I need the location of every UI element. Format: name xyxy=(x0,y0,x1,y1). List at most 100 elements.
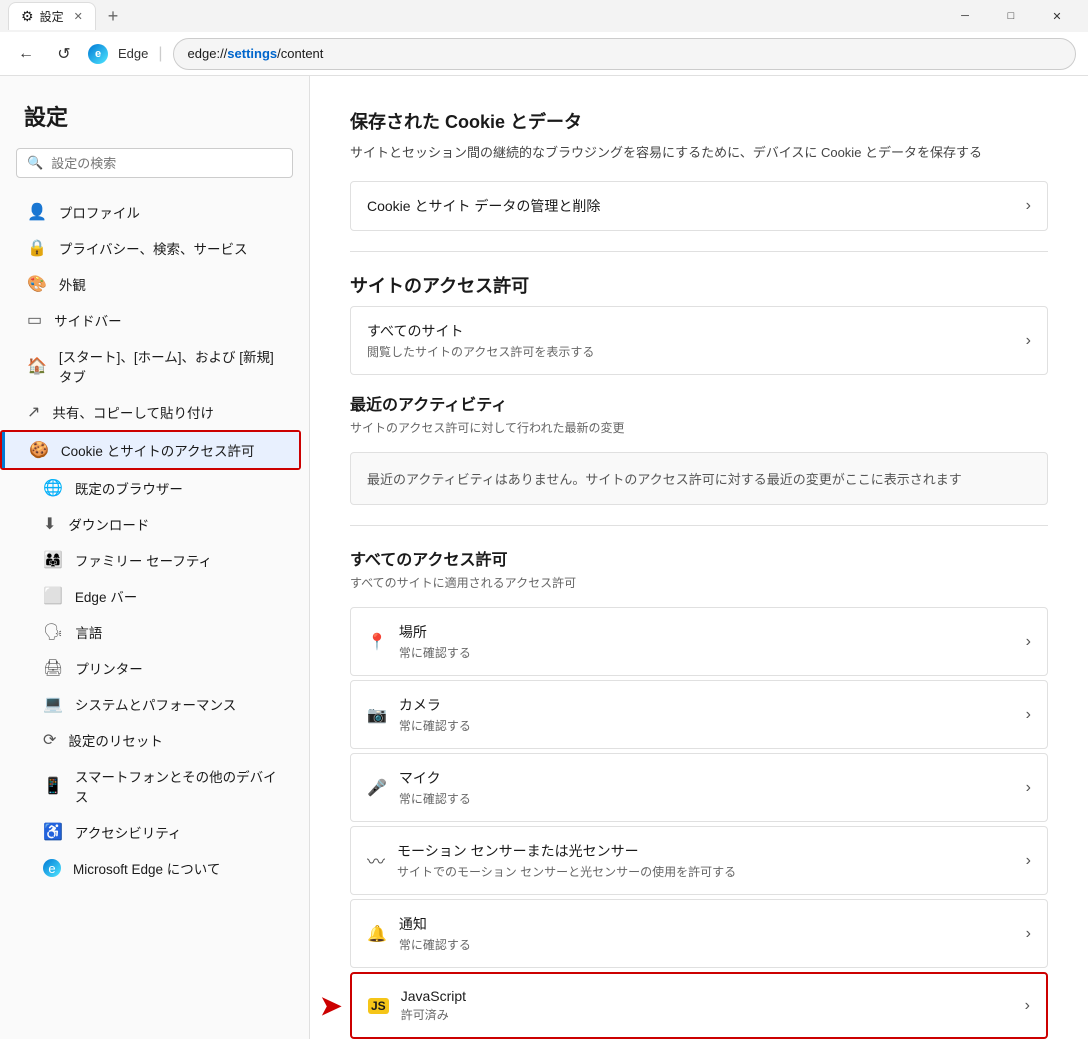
motion-item[interactable]: 〰 モーション センサーまたは光センサー サイトでのモーション センサーと光セン… xyxy=(350,826,1048,895)
section-divider xyxy=(350,251,1048,252)
all-access-title: すべてのアクセス許可 xyxy=(350,546,1048,570)
back-button[interactable]: ← xyxy=(12,40,40,68)
javascript-content: JavaScript 許可済み xyxy=(401,988,1025,1023)
sidebar-item-printer[interactable]: 🖨 プリンター xyxy=(0,650,309,686)
notification-icon: 🔔 xyxy=(367,924,387,944)
cookies-icon: 🍪 xyxy=(29,440,49,460)
location-icon: 📍 xyxy=(367,632,387,652)
chevron-icon: › xyxy=(1026,633,1031,651)
sidebar-item-share[interactable]: ↗ 共有、コピーして貼り付け xyxy=(0,394,309,430)
maximize-button[interactable]: □ xyxy=(988,0,1034,32)
manage-cookies-item[interactable]: Cookie とサイト データの管理と削除 › xyxy=(350,181,1048,231)
privacy-icon: 🔒 xyxy=(27,238,47,258)
sidebar-item-download[interactable]: ⬇ ダウンロード xyxy=(0,506,309,542)
newtab-icon: 🏠 xyxy=(27,356,47,376)
cookies-section-desc: サイトとセッション間の継続的なブラウジングを容易にするために、デバイスに Coo… xyxy=(350,142,1048,161)
settings-tab-icon: ⚙ xyxy=(21,8,34,25)
javascript-item[interactable]: JS JavaScript 許可済み › xyxy=(350,972,1048,1039)
mic-item[interactable]: 🎤 マイク 常に確認する › xyxy=(350,753,1048,822)
notification-content: 通知 常に確認する xyxy=(399,914,1026,953)
addressbar: ← ↺ e Edge | edge://settings/content xyxy=(0,32,1088,76)
tab-close-button[interactable]: ✕ xyxy=(74,10,83,23)
sidebar-item-cookies[interactable]: 🍪 Cookie とサイトのアクセス許可 xyxy=(2,432,299,468)
cookies-section-title: 保存された Cookie とデータ xyxy=(350,108,1048,134)
sidebar-item-sidebar[interactable]: ▭ サイドバー xyxy=(0,302,309,338)
url-bar[interactable]: edge://settings/content xyxy=(173,38,1076,70)
sidebar-item-label: 言語 xyxy=(75,622,102,642)
edgebar-icon: ⬜ xyxy=(43,586,63,606)
search-box[interactable]: 🔍 xyxy=(16,148,293,178)
all-sites-title: すべてのサイト xyxy=(367,321,1026,341)
sidebar-item-accessibility[interactable]: ♿ アクセシビリティ xyxy=(0,814,309,850)
sidebar-item-family[interactable]: 👨‍👩‍👧 ファミリー セーフティ xyxy=(0,542,309,578)
mic-content: マイク 常に確認する xyxy=(399,768,1026,807)
site-access-section: サイトのアクセス許可 すべてのサイト 閲覧したサイトのアクセス許可を表示する ›… xyxy=(350,272,1048,505)
sidebar-item-label: ダウンロード xyxy=(68,514,149,534)
sidebar-item-about[interactable]: e Microsoft Edge について xyxy=(0,850,309,886)
download-icon: ⬇ xyxy=(43,514,56,534)
recent-activity-empty: 最近のアクティビティはありません。サイトのアクセス許可に対する最近の変更がここに… xyxy=(350,452,1048,505)
appearance-icon: 🎨 xyxy=(27,274,47,294)
notification-desc: 常に確認する xyxy=(399,936,1026,953)
chevron-icon: › xyxy=(1026,925,1031,943)
manage-cookies-content: Cookie とサイト データの管理と削除 xyxy=(367,196,1026,216)
window-controls: ─ □ ✕ xyxy=(942,0,1080,32)
sidebar-item-label: Cookie とサイトのアクセス許可 xyxy=(61,440,255,460)
sidebar-item-reset[interactable]: ⟳ 設定のリセット xyxy=(0,722,309,758)
sidebar-item-label: サイドバー xyxy=(54,310,122,330)
location-item[interactable]: 📍 場所 常に確認する › xyxy=(350,607,1048,676)
new-tab-button[interactable]: + xyxy=(100,6,127,27)
sidebar-item-system[interactable]: 💻 システムとパフォーマンス xyxy=(0,686,309,722)
url-prefix: edge:// xyxy=(188,46,228,61)
url-bold: settings xyxy=(227,46,277,61)
sidebar-item-appearance[interactable]: 🎨 外観 xyxy=(0,266,309,302)
close-button[interactable]: ✕ xyxy=(1034,0,1080,32)
settings-tab-title: 設定 xyxy=(40,8,64,25)
mic-title: マイク xyxy=(399,768,1026,788)
location-title: 場所 xyxy=(399,622,1026,642)
camera-item[interactable]: 📷 カメラ 常に確認する › xyxy=(350,680,1048,749)
all-sites-item[interactable]: すべてのサイト 閲覧したサイトのアクセス許可を表示する › xyxy=(350,306,1048,375)
javascript-title: JavaScript xyxy=(401,988,1025,1004)
profile-icon: 👤 xyxy=(27,202,47,222)
sidebar-item-newtab[interactable]: 🏠 [スタート]、[ホーム]、および [新規] タブ xyxy=(0,338,309,394)
notification-item[interactable]: 🔔 通知 常に確認する › xyxy=(350,899,1048,968)
url-separator: | xyxy=(158,45,162,63)
cookies-section: 保存された Cookie とデータ サイトとセッション間の継続的なブラウジングを… xyxy=(350,108,1048,231)
printer-icon: 🖨 xyxy=(43,658,63,678)
sidebar-item-privacy[interactable]: 🔒 プライバシー、検索、サービス xyxy=(0,230,309,266)
sidebar-item-label: ファミリー セーフティ xyxy=(75,550,212,570)
recent-activity-desc: サイトのアクセス許可に対して行われた最新の変更 xyxy=(350,419,1048,436)
sidebar-item-defaultbrowser[interactable]: 🌐 既定のブラウザー xyxy=(0,470,309,506)
search-input[interactable] xyxy=(51,156,282,171)
camera-content: カメラ 常に確認する xyxy=(399,695,1026,734)
titlebar: ⚙ 設定 ✕ + ─ □ ✕ xyxy=(0,0,1088,32)
chevron-icon: › xyxy=(1025,997,1030,1015)
chevron-icon: › xyxy=(1026,852,1031,870)
family-icon: 👨‍👩‍👧 xyxy=(43,550,63,570)
sidebar-item-mobile[interactable]: 📱 スマートフォンとその他のデバイス xyxy=(0,758,309,814)
sidebar-item-language[interactable]: 🗣 言語 xyxy=(0,614,309,650)
refresh-button[interactable]: ↺ xyxy=(50,40,78,68)
arrow-indicator: ➤ xyxy=(320,990,342,1021)
about-icon: e xyxy=(43,859,61,877)
sidebar: 設定 🔍 👤 プロファイル 🔒 プライバシー、検索、サービス 🎨 外観 ▭ サイ… xyxy=(0,76,310,1039)
motion-title: モーション センサーまたは光センサー xyxy=(397,841,1026,861)
chevron-icon: › xyxy=(1026,706,1031,724)
chevron-icon: › xyxy=(1026,779,1031,797)
language-icon: 🗣 xyxy=(43,622,63,642)
manage-cookies-title: Cookie とサイト データの管理と削除 xyxy=(367,196,1026,216)
sidebar-item-label: 外観 xyxy=(59,274,86,294)
sidebar-item-label: 設定のリセット xyxy=(68,730,163,750)
search-icon: 🔍 xyxy=(27,155,43,171)
sidebar-item-edgebar[interactable]: ⬜ Edge バー xyxy=(0,578,309,614)
system-icon: 💻 xyxy=(43,694,63,714)
minimize-button[interactable]: ─ xyxy=(942,0,988,32)
reset-icon: ⟳ xyxy=(43,730,56,750)
javascript-icon: JS xyxy=(368,998,389,1014)
sidebar-item-label: プロファイル xyxy=(59,202,140,222)
sidebar-item-profile[interactable]: 👤 プロファイル xyxy=(0,194,309,230)
all-access-section: すべてのアクセス許可 すべてのサイトに適用されるアクセス許可 📍 場所 常に確認… xyxy=(350,546,1048,1039)
mobile-icon: 📱 xyxy=(43,776,63,796)
settings-tab[interactable]: ⚙ 設定 ✕ xyxy=(8,2,96,30)
